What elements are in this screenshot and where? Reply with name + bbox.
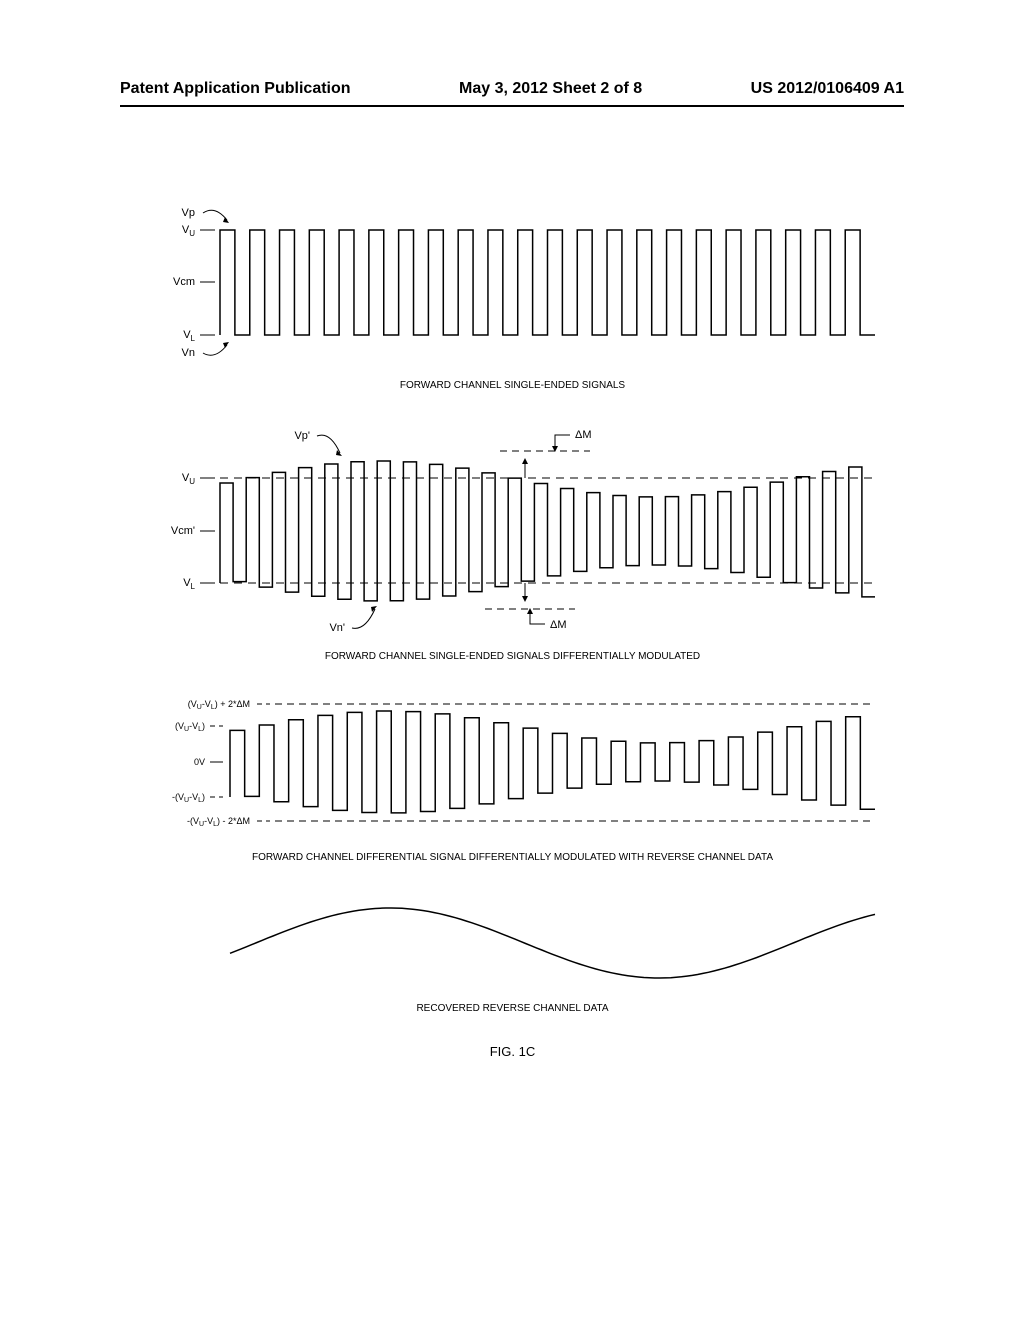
chart3-svg: (VU-VL) + 2*ΔM (VU-VL) 0V -(VU-VL) -(VU-… xyxy=(145,692,880,842)
chart3-section: (VU-VL) + 2*ΔM (VU-VL) 0V -(VU-VL) -(VU-… xyxy=(145,692,880,863)
svg-text:ΔM: ΔM xyxy=(575,429,592,441)
svg-text:Vn: Vn xyxy=(182,347,195,359)
chart3-title: FORWARD CHANNEL DIFFERENTIAL SIGNAL DIFF… xyxy=(145,852,880,863)
svg-text:(VU-VL) + 2*ΔM: (VU-VL) + 2*ΔM xyxy=(188,699,250,711)
svg-text:(VU-VL): (VU-VL) xyxy=(175,721,205,733)
svg-text:ΔM: ΔM xyxy=(550,619,567,631)
chart1-section: Vp VU Vcm VL Vn FORWARD CHANNEL SINGLE-E… xyxy=(145,195,880,391)
svg-text:VL: VL xyxy=(183,577,195,591)
svg-text:VU: VU xyxy=(182,224,195,238)
chart4-svg xyxy=(145,893,880,993)
header-right: US 2012/0106409 A1 xyxy=(751,80,904,98)
chart2-title: FORWARD CHANNEL SINGLE-ENDED SIGNALS DIF… xyxy=(145,651,880,662)
svg-text:Vcm': Vcm' xyxy=(171,525,195,537)
svg-text:Vcm: Vcm xyxy=(173,276,195,288)
svg-text:0V: 0V xyxy=(194,757,205,767)
svg-text:VL: VL xyxy=(183,329,195,343)
header-divider xyxy=(120,105,904,107)
svg-text:VU: VU xyxy=(182,472,195,486)
svg-text:Vp: Vp xyxy=(182,207,195,219)
chart1-svg: Vp VU Vcm VL Vn xyxy=(145,195,880,370)
header-left: Patent Application Publication xyxy=(120,80,351,98)
figure-label: FIG. 1C xyxy=(145,1044,880,1059)
svg-text:Vn': Vn' xyxy=(329,622,345,634)
figure-container: Vp VU Vcm VL Vn FORWARD CHANNEL SINGLE-E… xyxy=(145,195,880,1059)
svg-text:-(VU-VL): -(VU-VL) xyxy=(172,792,205,804)
chart2-section: VU Vcm' VL Vp' Vn' ΔM ΔM xyxy=(145,421,880,662)
chart4-title: RECOVERED REVERSE CHANNEL DATA xyxy=(145,1003,880,1014)
chart1-title: FORWARD CHANNEL SINGLE-ENDED SIGNALS xyxy=(145,380,880,391)
chart4-section: RECOVERED REVERSE CHANNEL DATA xyxy=(145,893,880,1014)
chart2-svg: VU Vcm' VL Vp' Vn' ΔM ΔM xyxy=(145,421,880,641)
svg-text:Vp': Vp' xyxy=(294,430,310,442)
svg-text:-(VU-VL) - 2*ΔM: -(VU-VL) - 2*ΔM xyxy=(187,816,250,828)
header-center: May 3, 2012 Sheet 2 of 8 xyxy=(459,80,642,98)
